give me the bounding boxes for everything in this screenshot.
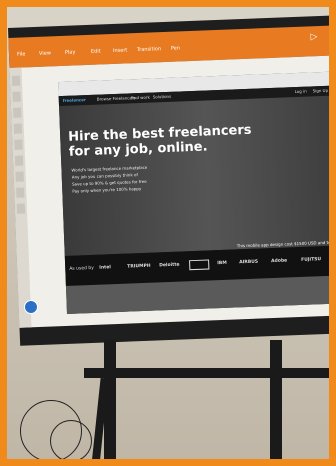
- nav-login: Log in: [294, 88, 307, 95]
- slide-area: freelancer Browse Freelancers Find work …: [9, 54, 336, 328]
- thumbnail: [13, 107, 22, 118]
- stand-crossbar: [84, 368, 336, 378]
- hero-bullet: Pay only when you're 100% happy: [72, 186, 142, 194]
- cable: [50, 420, 92, 462]
- slide-thumbnails: [9, 67, 32, 328]
- trusted-label: As used by: [69, 265, 95, 272]
- logo-fujitsu: FUJITSU: [301, 257, 322, 263]
- play-icon: ▷: [310, 32, 318, 43]
- logo-box: [189, 259, 210, 271]
- menu-edit: Edit: [90, 48, 101, 55]
- menu-insert: Insert: [112, 47, 128, 54]
- stand-leg-right: [270, 340, 282, 466]
- logo-intel: Intel: [99, 265, 111, 271]
- thumbnail: [16, 203, 26, 214]
- menu-file: File: [16, 51, 26, 58]
- thumbnail: [11, 75, 21, 86]
- thumbnail: [14, 139, 23, 150]
- logo-ibm: IBM: [217, 260, 227, 267]
- logo-deloitte: Deloitte: [159, 262, 180, 269]
- logo-adobe: Adobe: [271, 258, 288, 265]
- thumbnail: [16, 187, 25, 198]
- avatar-icon: [24, 300, 38, 314]
- thumbnail: [15, 171, 24, 182]
- logo-triumph: TRIUMPH: [127, 263, 151, 270]
- menu-pen: Pen: [170, 45, 181, 52]
- thumbnail: [12, 91, 21, 102]
- menu-play: Play: [64, 49, 76, 56]
- photo: File View Play Edit Insert Transition Pe…: [0, 0, 336, 466]
- menu-transition: Transition: [136, 46, 162, 54]
- hero: Hire the best freelancers for any job, o…: [59, 94, 336, 256]
- website-screenshot: freelancer Browse Freelancers Find work …: [58, 70, 336, 314]
- nav-find-work: Find work: [130, 94, 151, 101]
- nav-solutions: Solutions: [152, 93, 172, 100]
- thumbnail: [13, 123, 23, 134]
- nav-signup: Sign Up: [312, 87, 329, 94]
- site-logo: freelancer: [62, 97, 87, 103]
- thumbnail: [14, 155, 24, 166]
- menu-view: View: [38, 50, 51, 57]
- tv-screen: File View Play Edit Insert Transition Pe…: [8, 14, 336, 346]
- logo-airbus: AIRBUS: [239, 259, 259, 266]
- hero-title: Hire the best freelancers for any job, o…: [67, 122, 252, 160]
